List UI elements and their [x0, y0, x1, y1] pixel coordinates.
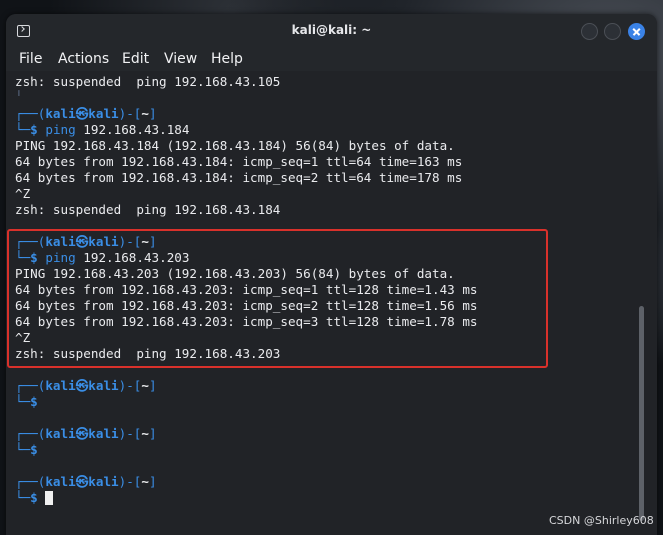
prompt-line: ┌──(kali㉿kali)-[~]	[15, 474, 157, 489]
command-line: └─$	[15, 394, 38, 409]
menu-file[interactable]: File	[19, 51, 42, 67]
menu-actions[interactable]: Actions	[58, 51, 109, 67]
menu-view[interactable]: View	[164, 51, 197, 67]
window-title: kali@kali: ~	[291, 23, 372, 37]
output-line: PING 192.168.43.203 (192.168.43.203) 56(…	[15, 266, 455, 281]
output-line: 64 bytes from 192.168.43.184: icmp_seq=1…	[15, 154, 463, 169]
output-line: ^Z	[15, 330, 31, 345]
title-bar[interactable]: kali@kali: ~	[6, 14, 657, 48]
minimize-button[interactable]	[581, 23, 598, 40]
output-line: zsh: suspended ping 192.168.43.203	[15, 346, 281, 361]
menu-bar: File Actions Edit View Help	[6, 48, 657, 71]
scrollbar-thumb[interactable]	[639, 306, 644, 521]
command-line[interactable]: └─$	[15, 490, 54, 506]
menu-edit[interactable]: Edit	[122, 51, 149, 67]
prompt-line: ┌──(kali㉿kali)-[~]	[15, 426, 157, 441]
scrolled-partial-line: └─	[15, 90, 30, 96]
output-line: ^Z	[15, 186, 31, 201]
command-line: └─$ ping 192.168.43.184	[15, 122, 190, 137]
command-line: └─$	[15, 442, 38, 457]
terminal-window[interactable]: kali@kali: ~ File Actions Edit View Help…	[6, 14, 657, 535]
output-line: 64 bytes from 192.168.43.203: icmp_seq=1…	[15, 282, 478, 297]
prompt-line: ┌──(kali㉿kali)-[~]	[15, 234, 157, 249]
output-line: 64 bytes from 192.168.43.184: icmp_seq=2…	[15, 170, 463, 185]
maximize-button[interactable]	[604, 23, 621, 40]
command-line: └─$ ping 192.168.43.203	[15, 250, 190, 265]
output-line: 64 bytes from 192.168.43.203: icmp_seq=3…	[15, 314, 478, 329]
text-cursor	[45, 491, 54, 505]
terminal-output[interactable]: zsh: suspended ping 192.168.43.105 └─ ┌─…	[6, 71, 657, 535]
close-button[interactable]	[628, 23, 645, 40]
output-line: zsh: suspended ping 192.168.43.105	[15, 74, 281, 89]
watermark: CSDN @Shirley608	[549, 514, 654, 527]
menu-help[interactable]: Help	[211, 51, 243, 67]
prompt-line: ┌──(kali㉿kali)-[~]	[15, 378, 157, 393]
output-line: PING 192.168.43.184 (192.168.43.184) 56(…	[15, 138, 455, 153]
prompt-line: ┌──(kali㉿kali)-[~]	[15, 106, 157, 121]
output-line: zsh: suspended ping 192.168.43.184	[15, 202, 281, 217]
output-line: 64 bytes from 192.168.43.203: icmp_seq=2…	[15, 298, 478, 313]
